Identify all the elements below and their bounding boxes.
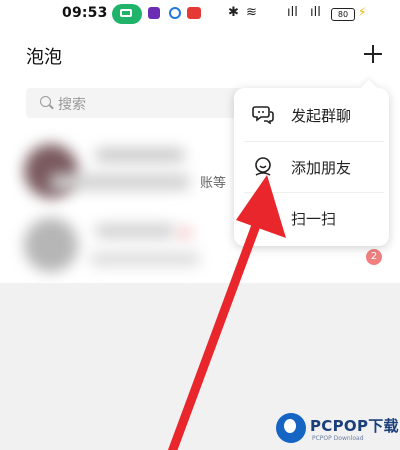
add-friend-icon bbox=[255, 157, 271, 176]
menu-item-add-friend[interactable]: 添加朋友 bbox=[234, 142, 389, 192]
menu-item-label: 添加朋友 bbox=[291, 159, 352, 177]
screen-cast-icon bbox=[112, 4, 142, 24]
scan-icon bbox=[253, 208, 273, 226]
charging-icon: ⚡ bbox=[358, 5, 367, 19]
avatar bbox=[24, 218, 78, 272]
wifi-icon: ≋ bbox=[246, 5, 257, 20]
app-notification-icon bbox=[187, 7, 201, 19]
conversation-preview: 账等 bbox=[200, 176, 227, 191]
watermark-sub: PCPOP Download bbox=[312, 435, 364, 442]
unread-badge: 2 bbox=[366, 249, 382, 265]
popup-menu: 发起群聊 添加朋友 扫一扫 bbox=[234, 88, 389, 246]
status-time: 09:53 bbox=[62, 5, 108, 21]
menu-item-start-group-chat[interactable]: 发起群聊 bbox=[234, 90, 389, 140]
conversation-preview bbox=[50, 174, 190, 190]
signal-icon: ıll bbox=[287, 5, 298, 20]
watermark-brand: PCPOP下载 bbox=[310, 417, 399, 435]
battery-icon: 80 bbox=[331, 8, 355, 21]
page-title: 泡泡 bbox=[26, 47, 62, 68]
menu-item-label: 发起群聊 bbox=[291, 107, 352, 125]
search-placeholder: 搜索 bbox=[58, 97, 86, 113]
pcpop-logo-icon bbox=[276, 413, 306, 443]
status-bar: 09:53 ✱ ≋ ıll ıll 80 ⚡ bbox=[0, 0, 400, 28]
search-icon bbox=[40, 96, 51, 107]
bluetooth-icon: ✱ bbox=[228, 5, 239, 20]
watermark-logo: PCPOP下载 PCPOP Download bbox=[272, 411, 400, 449]
conversation-name bbox=[95, 224, 175, 238]
menu-item-label: 扫一扫 bbox=[291, 210, 337, 228]
add-button[interactable] bbox=[362, 43, 384, 65]
conversation-preview bbox=[90, 252, 200, 266]
signal-icon: ıll bbox=[310, 5, 321, 20]
app-notification-icon bbox=[148, 7, 160, 19]
conversation-tag bbox=[178, 228, 192, 238]
conversation-name bbox=[95, 148, 185, 162]
app-notification-icon bbox=[169, 7, 181, 19]
group-chat-icon bbox=[252, 106, 274, 125]
menu-item-scan[interactable]: 扫一扫 bbox=[234, 193, 389, 243]
